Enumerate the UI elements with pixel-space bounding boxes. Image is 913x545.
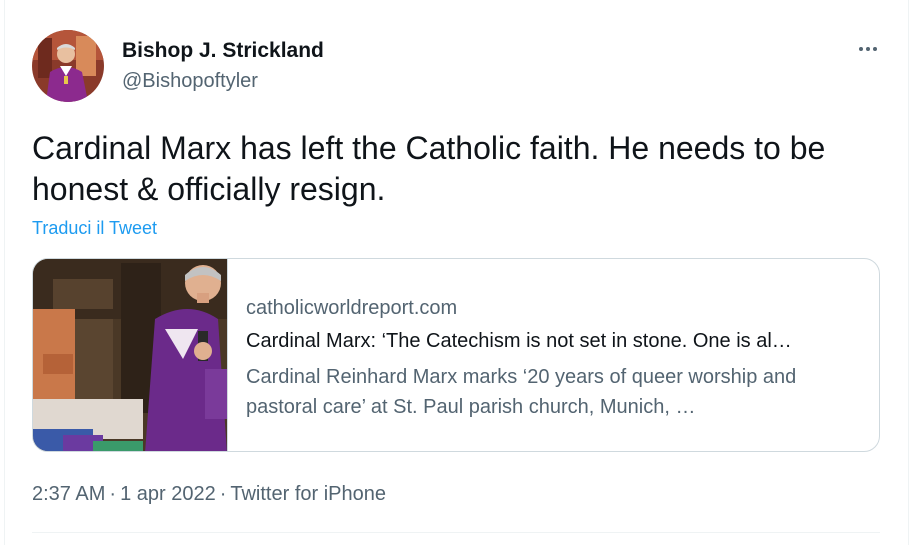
divider [32, 532, 880, 533]
meta-separator: · [109, 483, 117, 505]
timeline-border-left [4, 0, 5, 545]
tweet-metadata: 2:37 AM · 1 apr 2022 · Twitter for iPhone [32, 481, 386, 507]
card-title: Cardinal Marx: ‘The Catechism is not set… [246, 330, 792, 352]
more-dot [859, 47, 863, 51]
avatar-image [32, 30, 104, 102]
tweet-text: Cardinal Marx has left the Catholic fait… [32, 130, 826, 207]
tweet-date[interactable]: 1 apr 2022 [120, 483, 216, 505]
avatar[interactable] [32, 30, 104, 102]
tweet-time[interactable]: 2:37 AM [32, 483, 105, 505]
more-dot [866, 47, 870, 51]
card-thumbnail-image [33, 259, 227, 451]
more-options-icon[interactable] [852, 36, 884, 62]
author-name[interactable]: Bishop J. Strickland [122, 38, 324, 64]
card-description: Cardinal Reinhard Marx marks ‘20 years o… [246, 366, 797, 418]
author-handle[interactable]: @Bishopoftyler [122, 68, 258, 94]
card-domain: catholicworldreport.com [246, 297, 458, 319]
tweet-source[interactable]: Twitter for iPhone [230, 483, 386, 505]
meta-separator: · [219, 483, 227, 505]
link-preview-card[interactable]: catholicworldreport.com Cardinal Marx: ‘… [32, 258, 880, 452]
timeline-border-right [908, 0, 909, 545]
tweet-container: Bishop J. Strickland @Bishopoftyler Card… [0, 0, 913, 545]
more-dot [873, 47, 877, 51]
card-thumbnail [33, 259, 228, 451]
translate-tweet-link[interactable]: Traduci il Tweet [32, 217, 157, 239]
